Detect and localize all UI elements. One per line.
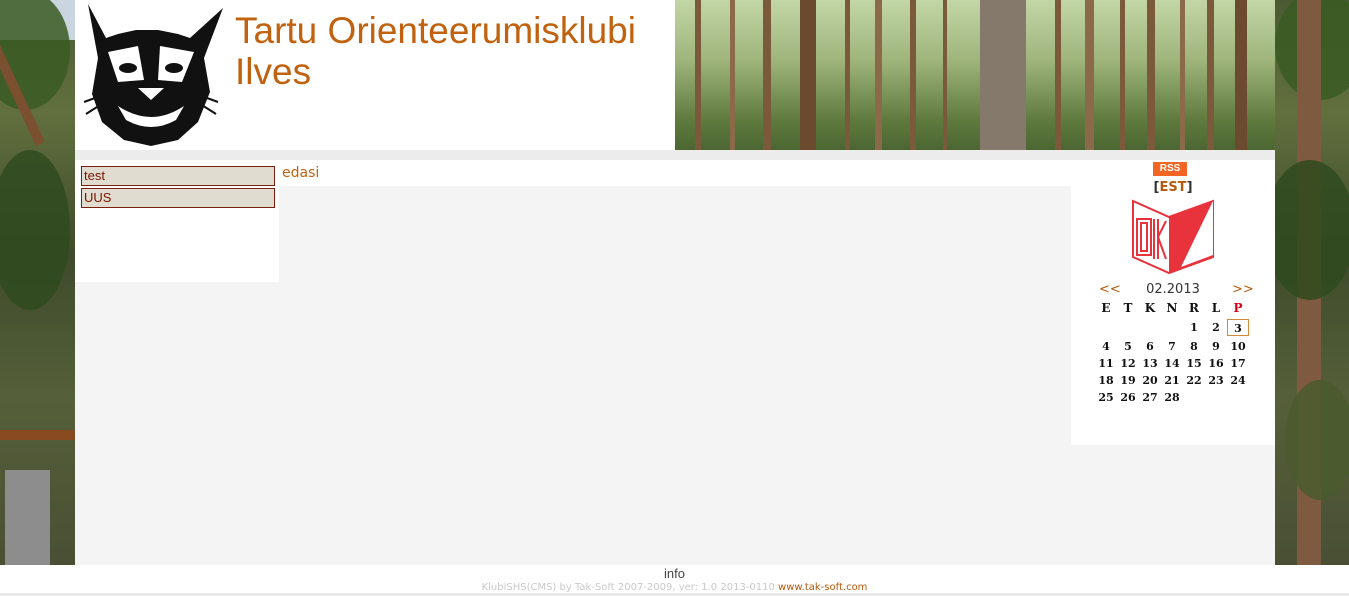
footer-info-link[interactable]: info — [0, 566, 1349, 581]
calendar-day[interactable]: 21 — [1161, 372, 1183, 389]
calendar-day[interactable]: 11 — [1095, 355, 1117, 372]
calendar-weekday: T — [1123, 301, 1133, 315]
calendar-day[interactable]: 20 — [1139, 372, 1161, 389]
page-container: Tartu Orienteerumisklubi Ilves test UUS — [75, 0, 1275, 565]
menu-item-uus[interactable]: UUS — [81, 188, 275, 208]
site-title-line2: Ilves — [235, 51, 312, 92]
menu-item-test[interactable]: test — [81, 166, 275, 186]
content-header: edasi — [279, 160, 1071, 186]
calendar-day[interactable]: 24 — [1227, 372, 1249, 389]
calendar-day[interactable]: 1 — [1183, 319, 1205, 336]
calendar-day[interactable]: 9 — [1205, 338, 1227, 355]
calendar-next-button[interactable]: >> — [1232, 282, 1254, 297]
edasi-link[interactable]: edasi — [282, 165, 319, 181]
calendar-day[interactable]: 13 — [1139, 355, 1161, 372]
calendar-day[interactable]: 25 — [1095, 389, 1117, 406]
calendar-weekday: P — [1233, 301, 1243, 315]
calendar-day[interactable]: 5 — [1117, 338, 1139, 355]
forest-banner-image — [675, 0, 1275, 150]
calendar-weekday: R — [1189, 301, 1199, 315]
calendar-day[interactable]: 18 — [1095, 372, 1117, 389]
calendar-day[interactable]: 4 — [1095, 338, 1117, 355]
language-switcher: [EST] — [1071, 180, 1275, 195]
calendar-day[interactable]: 8 — [1183, 338, 1205, 355]
calendar-day[interactable]: 14 — [1161, 355, 1183, 372]
calendar-weekday: N — [1166, 301, 1178, 315]
footer-credit-text: KlubiSHS(CMS) by Tak-Soft 2007-2009, ver… — [481, 582, 775, 593]
header-divider — [75, 150, 1275, 160]
site-title: Tartu Orienteerumisklubi Ilves — [235, 10, 685, 92]
header: Tartu Orienteerumisklubi Ilves — [75, 0, 1275, 150]
calendar-weekday: L — [1211, 301, 1221, 315]
calendar-day[interactable]: 10 — [1227, 338, 1249, 355]
calendar-day[interactable]: 26 — [1117, 389, 1139, 406]
left-menu: test UUS — [75, 160, 279, 282]
calendar-day[interactable]: 19 — [1117, 372, 1139, 389]
calendar-day[interactable]: 17 — [1227, 355, 1249, 372]
right-sidebar: RSS [EST] << 02.2013 >> ETKNRLP123456789… — [1071, 160, 1275, 445]
rss-button[interactable]: RSS — [1153, 162, 1187, 176]
ok-logo-icon[interactable] — [1129, 197, 1215, 275]
calendar-weekday: E — [1101, 301, 1111, 315]
calendar-day-today[interactable]: 3 — [1227, 319, 1249, 336]
calendar-day[interactable]: 28 — [1161, 389, 1183, 406]
lang-est-link[interactable]: EST — [1159, 180, 1186, 195]
calendar-day[interactable]: 22 — [1183, 372, 1205, 389]
calendar-day[interactable]: 7 — [1161, 338, 1183, 355]
background-forest-left — [0, 0, 75, 565]
calendar-day[interactable]: 6 — [1139, 338, 1161, 355]
calendar-day[interactable]: 23 — [1205, 372, 1227, 389]
calendar-day[interactable]: 16 — [1205, 355, 1227, 372]
calendar-day[interactable]: 27 — [1139, 389, 1161, 406]
site-title-line1: Tartu Orienteerumisklubi — [235, 10, 636, 51]
footer-credit-link[interactable]: www.tak-soft.com — [778, 582, 867, 593]
calendar-day[interactable]: 2 — [1205, 319, 1227, 336]
calendar-weekday: K — [1144, 301, 1156, 315]
footer-credit: KlubiSHS(CMS) by Tak-Soft 2007-2009, ver… — [0, 582, 1349, 593]
calendar-day[interactable]: 12 — [1117, 355, 1139, 372]
calendar-day[interactable]: 15 — [1183, 355, 1205, 372]
lynx-logo — [78, 2, 225, 148]
lang-bracket-close: ] — [1186, 180, 1193, 195]
background-forest-right — [1275, 0, 1349, 565]
